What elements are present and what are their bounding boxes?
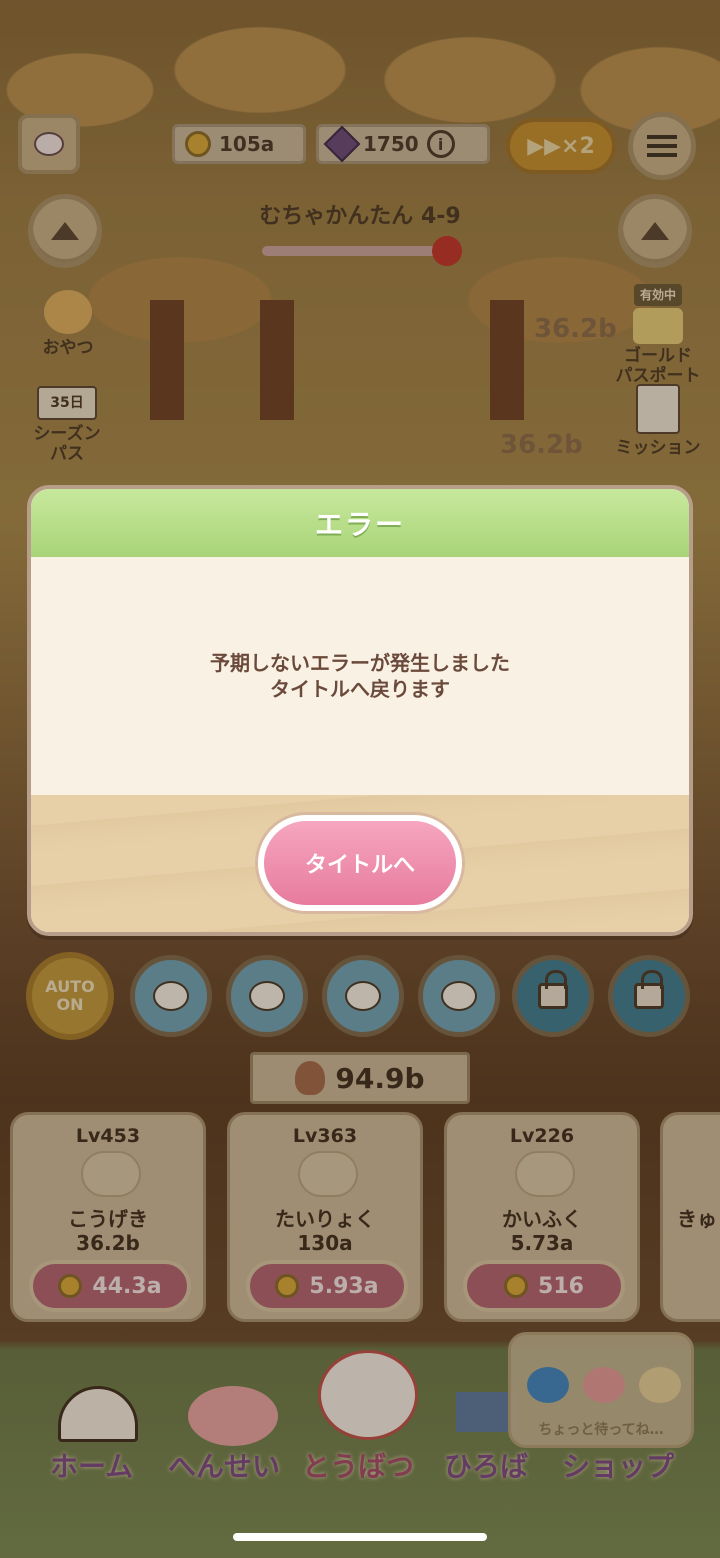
game-screen: 105a 1750 i ▶▶×2 むちゃかんたん 4-9 おやつ 35日 シーズ… [0,0,720,1558]
dialog-footer: タイトルへ [31,795,689,932]
dialog-title: エラー [314,508,405,541]
dialog-header: エラー [31,489,689,557]
dialog-message-line1: 予期しないエラーが発生しました [210,651,510,675]
dialog-message-line2: タイトルへ戻ります [270,677,450,701]
error-dialog: エラー 予期しないエラーが発生しました タイトルへ戻ります タイトルへ [27,485,693,936]
return-to-title-button[interactable]: タイトルへ [258,814,462,911]
home-indicator[interactable] [233,1533,487,1541]
dialog-body: 予期しないエラーが発生しました タイトルへ戻ります [31,557,689,795]
